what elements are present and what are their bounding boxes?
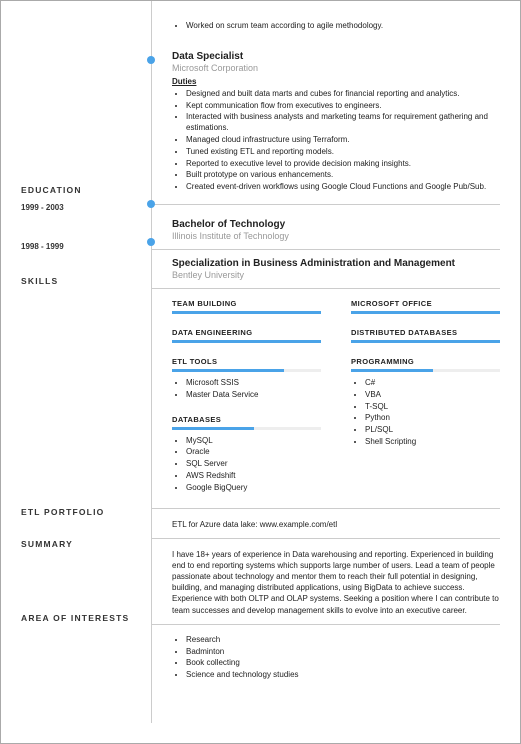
list-item: Interacted with business analysts and ma…	[186, 112, 500, 134]
list-item: Research	[186, 635, 500, 646]
skill-items: MySQLOracleSQL ServerAWS RedshiftGoogle …	[172, 436, 321, 494]
left-column: EDUCATION 1999 - 2003 1998 - 1999 SKILLS…	[21, 1, 151, 723]
edu-date-0: 1999 - 2003	[21, 203, 139, 212]
summary-label: SUMMARY	[21, 539, 139, 549]
list-item: Badminton	[186, 647, 500, 658]
edu-school-0: Illinois Institute of Technology	[172, 231, 500, 241]
skill-name: DISTRIBUTED DATABASES	[351, 328, 500, 337]
skill-bar-fill	[172, 427, 254, 430]
skills-label: SKILLS	[21, 276, 139, 286]
skill-block: ETL TOOLS Microsoft SSISMaster Data Servi…	[172, 357, 321, 401]
list-item: AWS Redshift	[186, 471, 321, 482]
skill-name: PROGRAMMING	[351, 357, 500, 366]
skill-bar	[172, 369, 321, 372]
edu-degree-1: Specialization in Business Administratio…	[172, 258, 500, 269]
duties-label: Duties	[172, 77, 500, 86]
list-item: T-SQL	[365, 402, 500, 413]
list-item: Tuned existing ETL and reporting models.	[186, 147, 500, 158]
skill-name: DATABASES	[172, 415, 321, 424]
skill-name: MICROSOFT OFFICE	[351, 299, 500, 308]
skill-name: ETL TOOLS	[172, 357, 321, 366]
education-label: EDUCATION	[21, 185, 139, 195]
skill-bar-fill	[172, 369, 284, 372]
skill-bar-fill	[172, 311, 321, 314]
etl-label: ETL PORTFOLIO	[21, 507, 139, 517]
skill-bar-fill	[172, 340, 321, 343]
skill-bar	[351, 369, 500, 372]
skill-items: C#VBAT-SQLPythonPL/SQLShell Scripting	[351, 378, 500, 448]
job2-company: Microsoft Corporation	[172, 63, 500, 73]
summary-text: I have 18+ years of experience in Data w…	[172, 549, 500, 616]
skills-col-left: TEAM BUILDING DATA ENGINEERING ETL TOOLS Mi…	[172, 299, 321, 508]
skill-items: Microsoft SSISMaster Data Service	[172, 378, 321, 401]
top-bullet-list: Worked on scrum team according to agile …	[172, 21, 500, 32]
right-column: Worked on scrum team according to agile …	[151, 1, 500, 723]
edu-school-1: Bentley University	[172, 270, 500, 280]
timeline-dot	[147, 238, 155, 246]
etl-text: ETL for Azure data lake: www.example.com…	[172, 519, 500, 530]
list-item: VBA	[365, 390, 500, 401]
list-item: Managed cloud infrastructure using Terra…	[186, 135, 500, 146]
edu-date-1: 1998 - 1999	[21, 242, 139, 251]
skill-block: DATA ENGINEERING	[172, 328, 321, 343]
list-item: Science and technology studies	[186, 670, 500, 681]
list-item: C#	[365, 378, 500, 389]
skill-bar-fill	[351, 311, 500, 314]
list-item: Worked on scrum team according to agile …	[186, 21, 500, 32]
skills-grid: TEAM BUILDING DATA ENGINEERING ETL TOOLS Mi…	[172, 299, 500, 508]
list-item: Oracle	[186, 447, 321, 458]
list-item: Microsoft SSIS	[186, 378, 321, 389]
interests-label: AREA OF INTERESTS	[21, 613, 139, 623]
list-item: Created event-driven workflows using Goo…	[186, 182, 500, 193]
skill-block: DISTRIBUTED DATABASES	[351, 328, 500, 343]
list-item: Built prototype on various enhancements.	[186, 170, 500, 181]
edu-degree-0: Bachelor of Technology	[172, 219, 500, 230]
skill-block: TEAM BUILDING	[172, 299, 321, 314]
list-item: Shell Scripting	[365, 437, 500, 448]
skill-bar	[172, 340, 321, 343]
skill-block: DATABASES MySQLOracleSQL ServerAWS Redshi…	[172, 415, 321, 494]
skill-bar-fill	[351, 340, 500, 343]
list-item: Kept communication flow from executives …	[186, 101, 500, 112]
job2-title: Data Specialist	[172, 51, 500, 62]
skill-block: MICROSOFT OFFICE	[351, 299, 500, 314]
list-item: Reported to executive level to provide d…	[186, 159, 500, 170]
skill-name: TEAM BUILDING	[172, 299, 321, 308]
skills-col-right: MICROSOFT OFFICE DISTRIBUTED DATABASES PRO…	[351, 299, 500, 508]
list-item: Google BigQuery	[186, 483, 321, 494]
skill-bar	[172, 311, 321, 314]
timeline-dot	[147, 200, 155, 208]
skill-name: DATA ENGINEERING	[172, 328, 321, 337]
skill-bar	[172, 427, 321, 430]
skill-bar	[351, 340, 500, 343]
job2-duties: Designed and built data marts and cubes …	[172, 89, 500, 193]
skill-block: PROGRAMMING C#VBAT-SQLPythonPL/SQLShell S…	[351, 357, 500, 448]
interests-list: ResearchBadmintonBook collectingScience …	[172, 635, 500, 681]
list-item: Master Data Service	[186, 390, 321, 401]
list-item: PL/SQL	[365, 425, 500, 436]
skill-bar-fill	[351, 369, 433, 372]
list-item: Designed and built data marts and cubes …	[186, 89, 500, 100]
skill-bar	[351, 311, 500, 314]
list-item: Book collecting	[186, 658, 500, 669]
list-item: Python	[365, 413, 500, 424]
list-item: MySQL	[186, 436, 321, 447]
timeline-dot	[147, 56, 155, 64]
list-item: SQL Server	[186, 459, 321, 470]
